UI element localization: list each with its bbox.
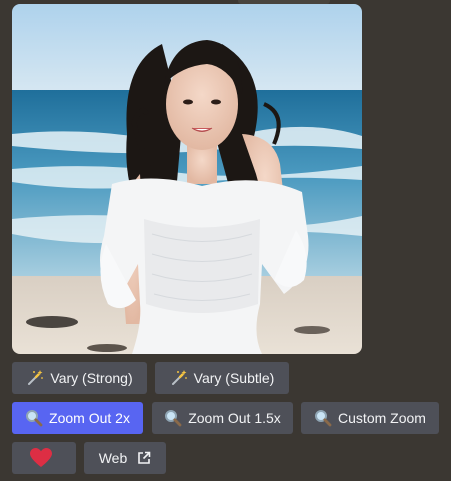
web-label: Web (98, 450, 128, 466)
heart-icon (30, 448, 52, 468)
generated-image[interactable] (12, 4, 362, 354)
magnifier-icon (314, 409, 332, 427)
custom-zoom-label: Custom Zoom (338, 410, 426, 426)
external-link-icon (137, 451, 151, 465)
zoom-out-2x-button[interactable]: Zoom Out 2x (12, 402, 143, 434)
vary-strong-button[interactable]: Vary (Strong) (12, 362, 147, 394)
magic-wand-icon (26, 369, 44, 387)
custom-zoom-button[interactable]: Custom Zoom (301, 402, 439, 434)
vary-subtle-button[interactable]: Vary (Subtle) (155, 362, 289, 394)
magic-wand-icon (170, 369, 188, 387)
magnifier-icon (164, 409, 182, 427)
vary-subtle-label: Vary (Subtle) (193, 370, 275, 386)
web-button[interactable]: Web (84, 442, 166, 474)
zoom-out-1-5x-button[interactable]: Zoom Out 1.5x (152, 402, 293, 434)
magnifier-icon (25, 409, 43, 427)
zoom-out-2x-label: Zoom Out 2x (49, 410, 130, 426)
zoom-out-1-5x-label: Zoom Out 1.5x (188, 410, 281, 426)
vary-strong-label: Vary (Strong) (50, 370, 133, 386)
favorite-button[interactable] (12, 442, 76, 474)
